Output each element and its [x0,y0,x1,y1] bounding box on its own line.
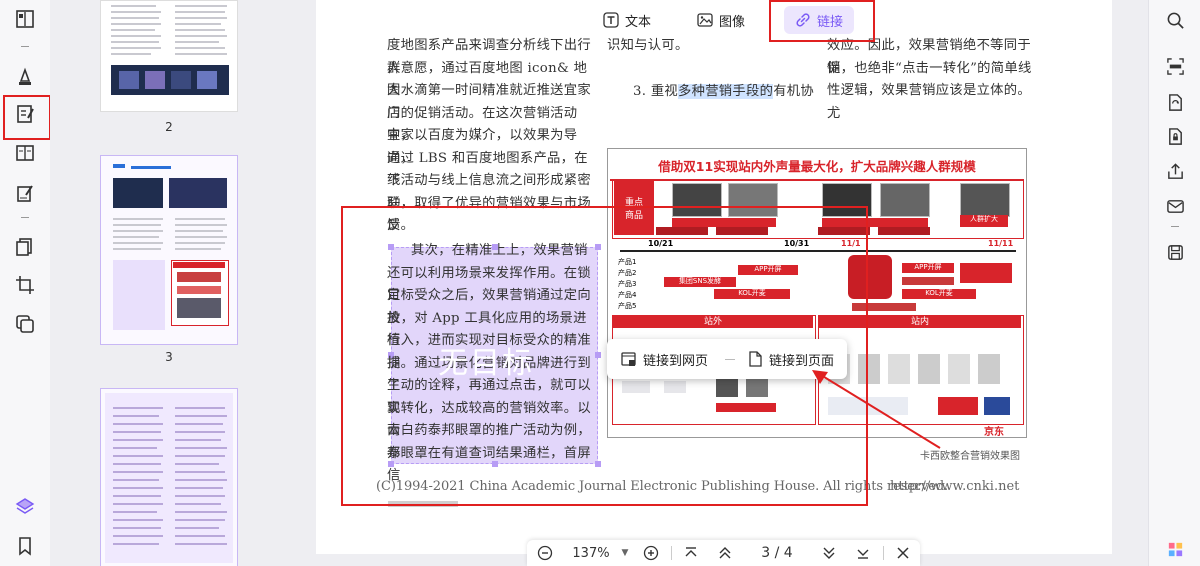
edit-tool-highlight [3,95,51,140]
section-heading: 3. 重视多种营销手段的有机协 [633,81,814,104]
last-page-button[interactable] [853,544,873,562]
thumbnail-panel: 2 3 [50,0,296,566]
people-expand-label: 人群扩大 [960,215,1008,227]
right-toolbar [1148,0,1200,566]
zoom-out-icon [537,545,553,561]
image-tool-label: 图像 [719,14,746,30]
nav-divider [883,546,884,560]
zoom-out-button[interactable] [535,544,555,562]
zoom-in-icon [643,545,659,561]
annotation-arrow [812,370,941,449]
image-icon [697,13,713,27]
previous-page-icon [719,547,731,559]
close-icon [897,547,909,559]
page-thumbnail-3[interactable] [100,155,238,345]
text-tool-button[interactable]: 文本 [595,6,659,34]
kol-bar: KOL开麦 [902,289,976,299]
nav-divider [671,546,672,560]
reader-icon[interactable] [12,6,38,32]
email-icon[interactable] [1163,194,1187,218]
zoom-in-button[interactable] [641,544,661,562]
crop-icon[interactable] [12,272,38,298]
zoom-level[interactable]: 137% [571,544,611,562]
app-open-bar: APP开屏 [902,263,954,273]
protect-icon[interactable] [1163,124,1187,148]
layers-icon[interactable] [12,494,38,520]
timeline-date: 11/11 [988,239,1014,248]
organize-pages-icon[interactable] [12,234,38,260]
image-tool-button[interactable]: 图像 [689,6,753,34]
save-icon[interactable] [1163,240,1187,264]
page-navigation-bar: 137% ▼ 3 / 4 [527,540,920,566]
text-tool-label: 文本 [625,14,652,30]
toolbar-divider [21,217,29,218]
ai-assistant-icon[interactable] [1163,537,1187,561]
text-line: 销，也绝非“点击一转化”的简单线 [827,60,1032,76]
figure-title: 借助双11实现站内外声量最大化，扩大品牌兴趣人群规模 [658,159,976,174]
product-image [880,183,930,217]
next-page-button[interactable] [819,544,839,562]
fill-sign-icon[interactable] [12,180,38,206]
first-page-icon [685,547,697,557]
zoom-dropdown-icon[interactable]: ▼ [619,544,631,562]
share-icon[interactable] [1163,159,1187,183]
search-icon[interactable] [1163,8,1187,32]
first-page-button[interactable] [681,544,701,562]
read-mode-icon[interactable] [12,140,38,166]
heading-suffix: 有机协 [773,84,814,99]
highlighter-icon[interactable] [12,64,38,90]
heading-highlight: 多种营销手段的 [678,84,774,99]
toolbar-divider [21,46,29,47]
compare-icon[interactable] [12,311,38,337]
bookmark-icon[interactable] [12,533,38,559]
link-tool-highlight [769,0,875,42]
thumbnail-label: 2 [165,120,173,134]
page-indicator[interactable]: 3 / 4 [749,544,805,562]
text-line: 性逻辑，效果营销应该是立体的。尤 [827,83,1031,121]
left-toolbar [0,0,51,566]
last-page-icon [857,549,869,559]
product-image [960,183,1010,217]
page-footer-url: http://www.cnki.net [890,479,1020,494]
close-nav-button[interactable] [893,544,913,562]
ocr-icon[interactable] [1163,54,1187,78]
page-thumbnail-4[interactable] [100,388,238,566]
previous-page-button[interactable] [715,544,735,562]
toolbar-divider [1171,226,1179,227]
thumbnail-label: 3 [165,350,173,364]
convert-icon[interactable] [1163,90,1187,114]
heading-prefix: 3. 重视 [633,84,679,99]
text-icon [603,12,619,28]
page-thumbnail-2[interactable] [100,0,238,112]
annotation-highlight-box [341,206,868,506]
jd-logo-text: 京东 [984,427,1004,438]
next-page-icon [823,547,835,559]
